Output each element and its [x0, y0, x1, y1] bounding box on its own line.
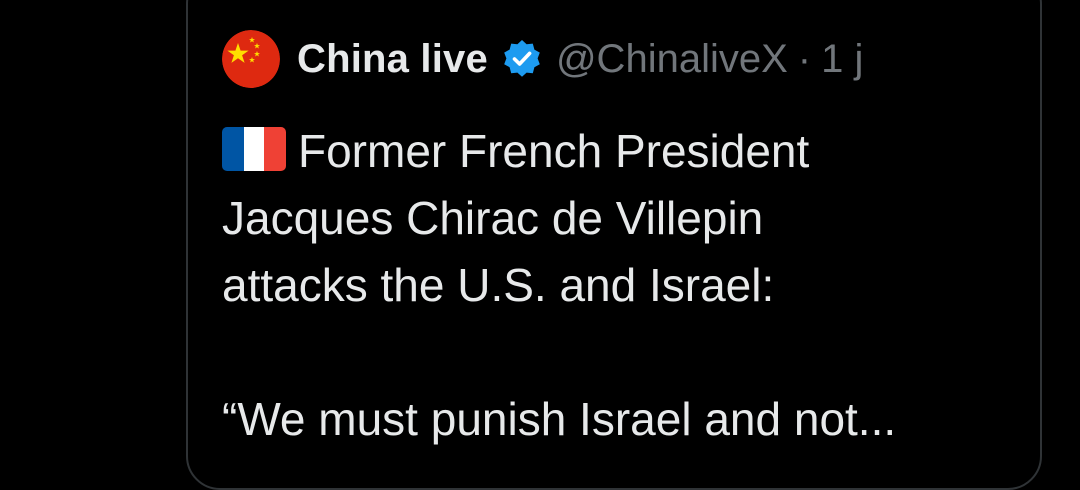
post-text-line-4 [222, 319, 1022, 386]
author-display-name[interactable]: China live [297, 37, 488, 82]
post-header: China live @ChinaliveX · 1 j [222, 30, 863, 88]
post-timestamp[interactable]: 1 j [821, 37, 863, 82]
post-text-line-2: Jacques Chirac de Villepin [222, 192, 764, 244]
verified-badge-icon[interactable] [502, 39, 542, 79]
china-flag-icon[interactable] [222, 30, 280, 88]
post-text-line: Former French President [222, 118, 1022, 185]
author-handle[interactable]: @ChinaliveX [556, 37, 788, 82]
post-text-line-1: Former French President [298, 125, 810, 177]
france-flag-icon [222, 127, 286, 171]
header-separator: · [797, 36, 812, 81]
post-text-line-5: “We must punish Israel and not... [222, 393, 897, 445]
post-text[interactable]: Former French President Jacques Chirac d… [222, 118, 1022, 453]
post-text-line-3: attacks the U.S. and Israel: [222, 259, 775, 311]
